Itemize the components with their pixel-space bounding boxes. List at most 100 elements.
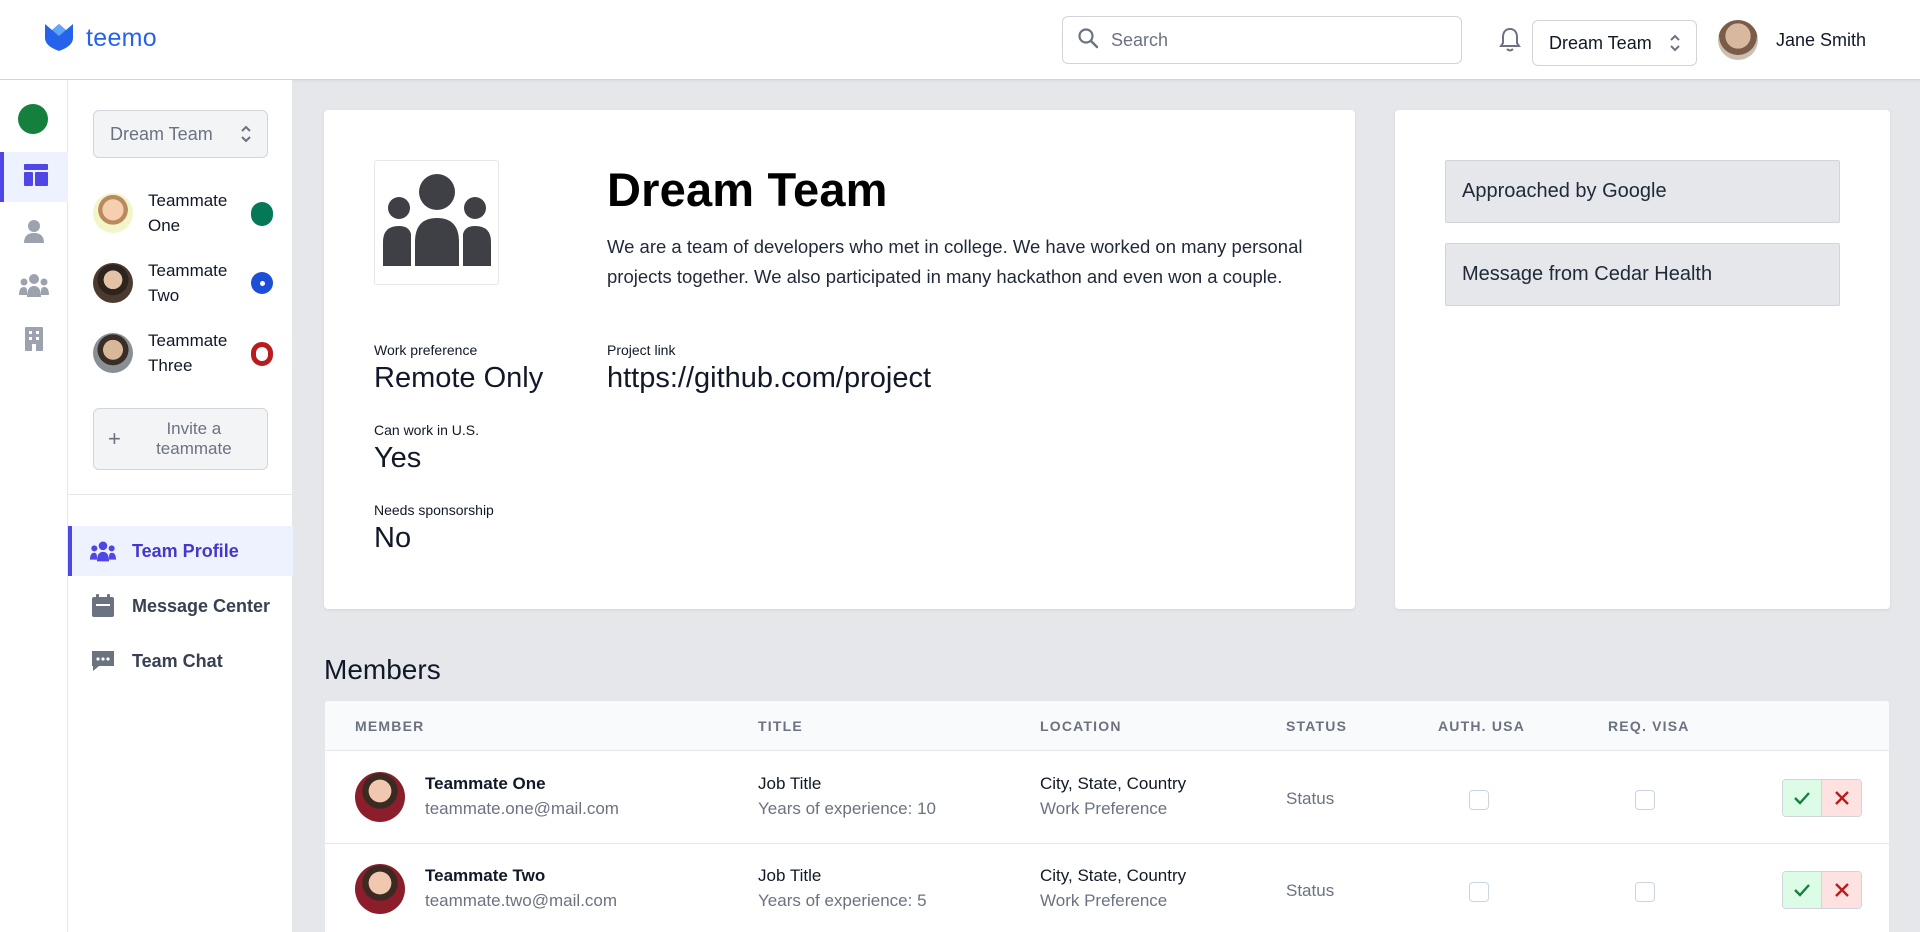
row-actions xyxy=(1782,779,1862,817)
column-header: REQ. VISA xyxy=(1608,718,1690,734)
status-indicator xyxy=(251,272,273,294)
auth-usa-checkbox[interactable] xyxy=(1469,790,1489,810)
search-box[interactable] xyxy=(1062,16,1462,64)
plus-icon: + xyxy=(108,426,121,451)
online-status-dot[interactable] xyxy=(18,104,48,134)
chevron-up-down-icon xyxy=(1668,31,1682,60)
project-link[interactable]: https://github.com/project xyxy=(607,362,931,395)
icon-rail xyxy=(0,80,68,932)
table-row: Teammate Two teammate.two@mail.com Job T… xyxy=(325,844,1889,932)
member-title: Job Title xyxy=(758,774,822,793)
notifications-bell-icon[interactable] xyxy=(1498,26,1522,59)
member-title: Job Title xyxy=(758,866,822,885)
nav-label: Team Chat xyxy=(132,650,223,671)
avatar xyxy=(93,263,133,303)
team-logo xyxy=(374,160,499,285)
nav-team-profile[interactable]: Team Profile xyxy=(68,526,293,576)
invite-label: Invite a teammate xyxy=(156,419,232,458)
team-profile-card: Dream Team We are a team of developers w… xyxy=(324,110,1355,609)
member-name: Teammate One xyxy=(425,774,546,793)
status-indicator xyxy=(251,202,273,226)
can-work-us-value: Yes xyxy=(374,442,422,474)
building-icon xyxy=(23,326,45,357)
message-item[interactable]: Approached by Google xyxy=(1445,160,1840,223)
check-icon xyxy=(1794,792,1810,805)
app-name: teemo xyxy=(86,24,157,52)
chevron-up-down-icon xyxy=(239,122,253,151)
calendar-icon xyxy=(90,594,116,618)
close-icon xyxy=(1834,791,1849,805)
auth-usa-checkbox[interactable] xyxy=(1469,882,1489,902)
rail-profile[interactable] xyxy=(0,208,68,258)
column-header: MEMBER xyxy=(355,718,425,734)
avatar xyxy=(355,864,405,914)
user-avatar xyxy=(1718,20,1758,60)
logo-icon xyxy=(42,20,76,57)
reject-button[interactable] xyxy=(1822,780,1861,816)
sponsorship-value: No xyxy=(374,522,412,554)
work-preference-value: Remote Only xyxy=(374,362,544,394)
search-input[interactable] xyxy=(1111,29,1441,51)
invite-teammate-button[interactable]: + Invite a teammate xyxy=(93,408,268,470)
approve-button[interactable] xyxy=(1783,780,1823,816)
can-work-us-label: Can work in U.S. xyxy=(374,422,480,438)
column-header: LOCATION xyxy=(1040,718,1122,734)
teammate-name: Teammate Two xyxy=(148,261,228,305)
divider xyxy=(68,494,293,495)
header-team-select[interactable]: Dream Team xyxy=(1532,20,1697,66)
check-icon xyxy=(1794,884,1810,897)
row-actions xyxy=(1782,871,1862,909)
users-group-icon xyxy=(19,273,49,302)
teammate-name: Teammate One xyxy=(148,191,228,235)
sidebar-team-select[interactable]: Dream Team xyxy=(93,110,268,158)
rail-teams[interactable] xyxy=(0,262,68,312)
work-preference-label: Work preference xyxy=(374,342,478,358)
team-description: We are a team of developers who met in c… xyxy=(607,236,1303,287)
team-title: Dream Team xyxy=(607,163,888,216)
sidebar: Dream Team Teammate One Teammate Two Tea… xyxy=(68,80,293,932)
req-visa-checkbox[interactable] xyxy=(1635,790,1655,810)
member-status: Status xyxy=(1286,881,1335,900)
member-experience: Years of experience: 10 xyxy=(758,799,936,818)
header-team-select-value: Dream Team xyxy=(1549,32,1652,53)
avatar xyxy=(93,333,133,373)
search-icon xyxy=(1077,27,1099,54)
user-icon xyxy=(23,219,45,248)
rail-companies[interactable] xyxy=(0,316,68,366)
app-logo[interactable]: teemo xyxy=(42,20,157,57)
column-header: STATUS xyxy=(1286,718,1348,734)
nav-team-chat[interactable]: Team Chat xyxy=(68,636,293,686)
members-table: MEMBER TITLE LOCATION STATUS AUTH. USA R… xyxy=(324,700,1890,932)
sidebar-teammate-one[interactable]: Teammate One xyxy=(93,185,273,241)
team-group-icon xyxy=(381,172,493,273)
rail-dashboard[interactable] xyxy=(0,152,68,202)
close-icon xyxy=(1834,883,1849,897)
member-email: teammate.one@mail.com xyxy=(425,799,619,818)
member-email: teammate.two@mail.com xyxy=(425,891,618,910)
project-link-label: Project link xyxy=(607,342,676,358)
table-row: Teammate One teammate.one@mail.com Job T… xyxy=(325,752,1889,844)
status-indicator xyxy=(251,342,273,366)
dashboard-icon xyxy=(23,163,49,192)
sidebar-teammate-three[interactable]: Teammate Three xyxy=(93,325,273,381)
avatar xyxy=(355,772,405,822)
messages-card: Approached by Google Message from Cedar … xyxy=(1395,110,1890,609)
member-name: Teammate Two xyxy=(425,866,546,885)
approve-button[interactable] xyxy=(1783,872,1823,908)
top-bar: teemo Dream Team Jane Smith xyxy=(0,0,1920,80)
sidebar-team-select-value: Dream Team xyxy=(110,123,213,144)
sidebar-teammate-two[interactable]: Teammate Two xyxy=(93,255,273,311)
table-header: MEMBER TITLE LOCATION STATUS AUTH. USA R… xyxy=(325,701,1889,751)
req-visa-checkbox[interactable] xyxy=(1635,882,1655,902)
user-name: Jane Smith xyxy=(1776,29,1867,50)
member-experience: Years of experience: 5 xyxy=(758,891,927,910)
avatar xyxy=(93,193,133,233)
member-work-pref: Work Preference xyxy=(1040,891,1168,910)
message-item[interactable]: Message from Cedar Health xyxy=(1445,243,1840,306)
user-menu[interactable]: Jane Smith xyxy=(1718,20,1866,60)
sponsorship-label: Needs sponsorship xyxy=(374,502,494,518)
reject-button[interactable] xyxy=(1822,872,1861,908)
nav-message-center[interactable]: Message Center xyxy=(68,581,293,631)
column-header: TITLE xyxy=(758,718,803,734)
member-status: Status xyxy=(1286,789,1335,808)
